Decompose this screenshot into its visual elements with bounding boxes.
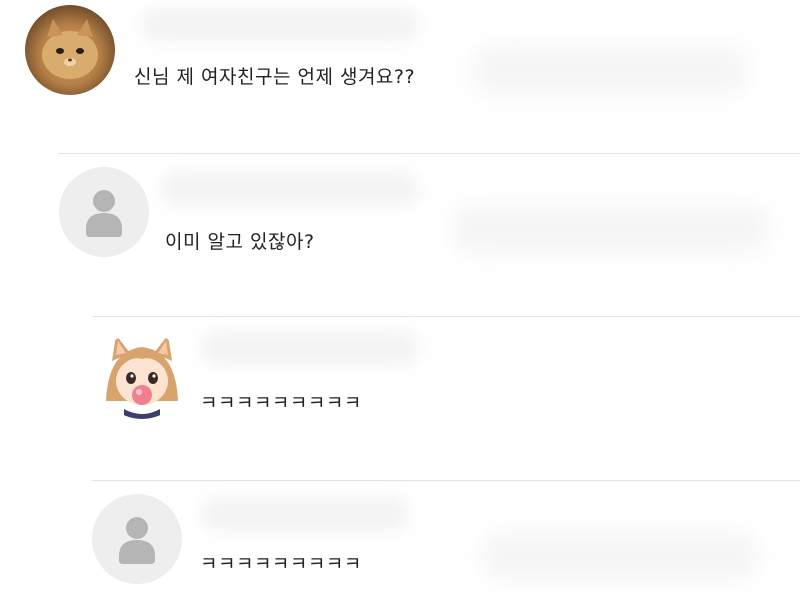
- comment-item: ㅋㅋㅋㅋㅋㅋㅋㅋㅋ: [0, 317, 800, 479]
- cat-avatar[interactable]: [25, 5, 115, 95]
- cat-face-icon: [42, 19, 98, 79]
- user-silhouette-icon: [119, 517, 155, 564]
- comment-thread: { "comments": [ { "text": "신님 제 여자친구는 언제…: [0, 0, 800, 591]
- comment-text: 이미 알고 있잖아?: [165, 231, 315, 253]
- blurred-meta: [470, 45, 750, 95]
- blurred-username: [200, 331, 420, 365]
- blurred-meta: [450, 204, 770, 254]
- user-silhouette-icon: [86, 190, 122, 237]
- blurred-username: [200, 497, 410, 531]
- default-avatar[interactable]: [59, 167, 149, 257]
- comment-text: ㅋㅋㅋㅋㅋㅋㅋㅋㅋ: [200, 392, 362, 414]
- anime-avatar[interactable]: [98, 331, 186, 419]
- comment-item: ㅋㅋㅋㅋㅋㅋㅋㅋㅋ: [0, 481, 800, 591]
- comment-text: 신님 제 여자친구는 언제 생겨요??: [134, 66, 416, 88]
- comment-text: ㅋㅋㅋㅋㅋㅋㅋㅋㅋ: [200, 553, 362, 575]
- comment-item: 신님 제 여자친구는 언제 생겨요??: [0, 0, 800, 150]
- default-avatar[interactable]: [92, 494, 182, 584]
- blurred-username: [160, 172, 420, 206]
- comment-item: 이미 알고 있잖아?: [0, 154, 800, 316]
- blurred-meta: [480, 531, 760, 581]
- blurred-username: [140, 8, 420, 42]
- anime-girl-icon: [106, 335, 178, 419]
